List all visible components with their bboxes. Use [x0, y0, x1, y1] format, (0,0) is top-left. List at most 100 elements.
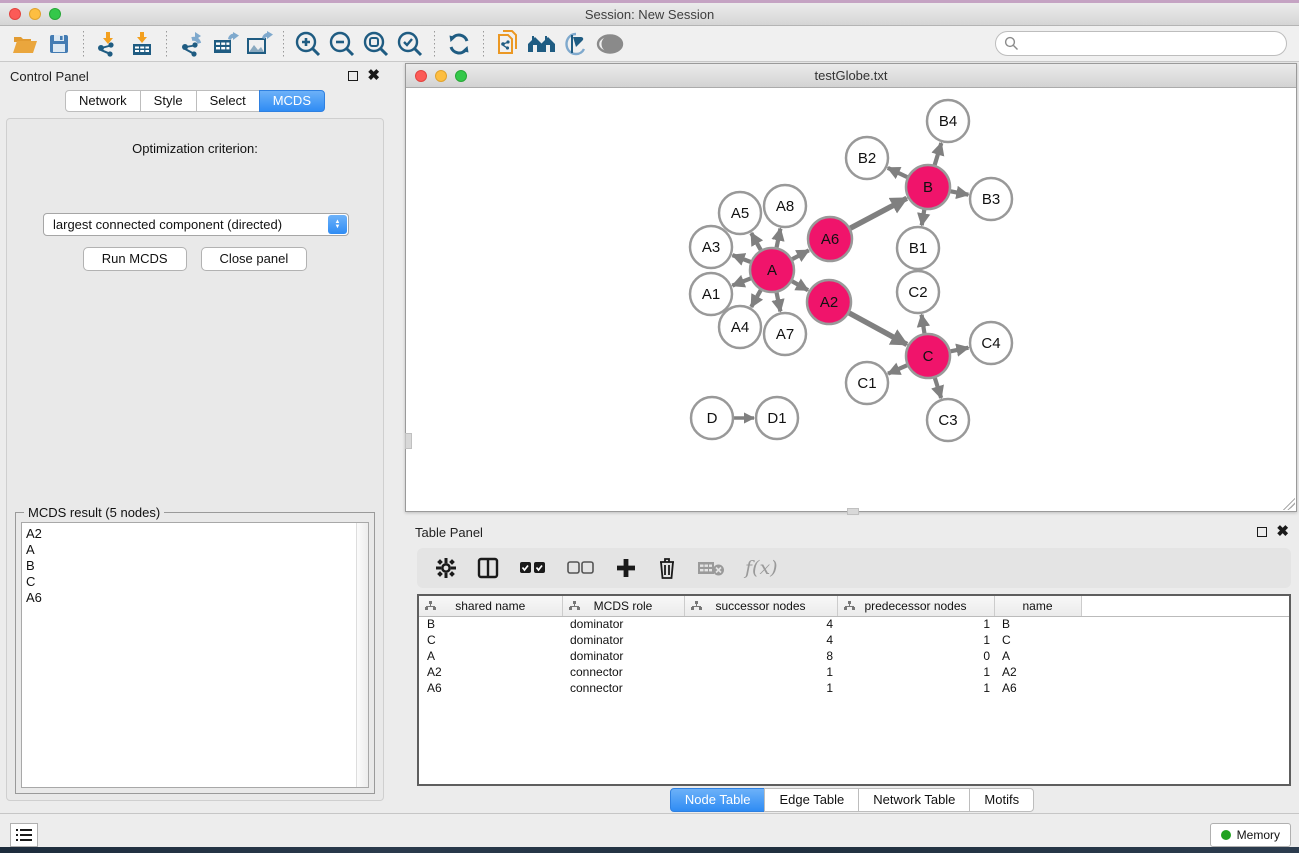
cell-predecessor-nodes[interactable]: 1: [837, 680, 994, 696]
graph-node-A4[interactable]: A4: [719, 306, 761, 348]
cell-predecessor-nodes[interactable]: 0: [837, 648, 994, 664]
zoom-out-icon[interactable]: [325, 29, 359, 59]
graph-node-B3[interactable]: B3: [970, 178, 1012, 220]
open-file-icon[interactable]: [8, 29, 42, 59]
edge-A-A7[interactable]: [777, 293, 781, 312]
cell-name[interactable]: C: [994, 632, 1081, 648]
close-panel-icon[interactable]: ✖: [1276, 527, 1289, 537]
network-graph[interactable]: AA1A2A3A4A5A6A7A8BB1B2B3B4CC1C2C3C4DD1: [406, 88, 1296, 511]
new-session-from-network-icon[interactable]: [491, 29, 525, 59]
table-options-icon[interactable]: [435, 557, 457, 579]
node-table[interactable]: shared nameMCDS rolesuccessor nodesprede…: [417, 594, 1291, 786]
cell-MCDS-role[interactable]: connector: [562, 664, 684, 680]
graph-node-A6[interactable]: A6: [808, 217, 852, 261]
graph-node-C[interactable]: C: [906, 334, 950, 378]
delete-column-icon[interactable]: [657, 556, 677, 580]
graph-node-A1[interactable]: A1: [690, 273, 732, 315]
mcds-result-item[interactable]: A6: [26, 590, 368, 606]
edge-A-A5[interactable]: [751, 233, 760, 250]
table-row[interactable]: Adominator80A: [419, 648, 1289, 664]
cell-MCDS-role[interactable]: dominator: [562, 648, 684, 664]
tab-mcds[interactable]: MCDS: [259, 90, 325, 112]
edge-B-B1[interactable]: [922, 210, 925, 226]
mcds-result-list[interactable]: A2ABCA6: [21, 522, 369, 788]
cell-shared-name[interactable]: A: [419, 648, 562, 664]
edge-C-C3[interactable]: [935, 378, 941, 398]
graph-node-A[interactable]: A: [750, 248, 794, 292]
graph-node-A3[interactable]: A3: [690, 226, 732, 268]
graph-node-C3[interactable]: C3: [927, 399, 969, 441]
edge-C-C2[interactable]: [922, 315, 925, 334]
edge-C-C4[interactable]: [951, 348, 969, 352]
mcds-result-item[interactable]: B: [26, 558, 368, 574]
network-window-titlebar[interactable]: testGlobe.txt: [406, 64, 1296, 88]
mcds-result-item[interactable]: A2: [26, 526, 368, 542]
table-row[interactable]: A2connector11A2: [419, 664, 1289, 680]
window-resize-grip-left[interactable]: [405, 433, 412, 449]
cell-name[interactable]: B: [994, 616, 1081, 632]
cell-predecessor-nodes[interactable]: 1: [837, 616, 994, 632]
window-resize-grip-bottom[interactable]: [847, 508, 859, 515]
edge-B-B2[interactable]: [888, 168, 907, 177]
edge-A-A3[interactable]: [733, 255, 751, 262]
cell-shared-name[interactable]: B: [419, 616, 562, 632]
cell-successor-nodes[interactable]: 4: [684, 632, 837, 648]
graph-node-C1[interactable]: C1: [846, 362, 888, 404]
column-header-name[interactable]: name: [994, 596, 1081, 616]
edge-A-A6[interactable]: [792, 250, 809, 259]
edge-A-A1[interactable]: [732, 278, 750, 285]
show-column-icon[interactable]: [477, 557, 499, 579]
mcds-result-item[interactable]: C: [26, 574, 368, 590]
cell-successor-nodes[interactable]: 8: [684, 648, 837, 664]
export-image-icon[interactable]: [242, 29, 276, 59]
cell-successor-nodes[interactable]: 1: [684, 680, 837, 696]
graph-node-B[interactable]: B: [906, 165, 950, 209]
edge-A6-B[interactable]: [850, 198, 906, 228]
edge-A-A2[interactable]: [792, 281, 808, 290]
graph-node-B4[interactable]: B4: [927, 100, 969, 142]
cell-MCDS-role[interactable]: dominator: [562, 632, 684, 648]
column-header-MCDS-role[interactable]: MCDS role: [562, 596, 684, 616]
graph-node-A7[interactable]: A7: [764, 313, 806, 355]
window-resize-grip-corner[interactable]: [1283, 498, 1295, 510]
cell-name[interactable]: A: [994, 648, 1081, 664]
deselect-all-icon[interactable]: [567, 561, 595, 575]
edge-C-C1[interactable]: [888, 365, 907, 373]
table-row[interactable]: Cdominator41C: [419, 632, 1289, 648]
edge-A-A8[interactable]: [777, 229, 781, 248]
delete-table-icon[interactable]: [697, 559, 725, 577]
graph-node-B1[interactable]: B1: [897, 227, 939, 269]
search-box[interactable]: [995, 31, 1287, 56]
refresh-icon[interactable]: [442, 29, 476, 59]
column-header-successor-nodes[interactable]: successor nodes: [684, 596, 837, 616]
tab-style[interactable]: Style: [140, 90, 197, 112]
import-table-icon[interactable]: [125, 29, 159, 59]
zoom-in-icon[interactable]: [291, 29, 325, 59]
zoom-fit-icon[interactable]: [359, 29, 393, 59]
cell-shared-name[interactable]: A2: [419, 664, 562, 680]
cell-predecessor-nodes[interactable]: 1: [837, 632, 994, 648]
tab-node-table[interactable]: Node Table: [670, 788, 766, 812]
edge-A2-C[interactable]: [849, 313, 907, 344]
graph-node-C4[interactable]: C4: [970, 322, 1012, 364]
graph-node-A2[interactable]: A2: [807, 280, 851, 324]
scrollbar-track[interactable]: [356, 523, 368, 787]
cell-MCDS-role[interactable]: dominator: [562, 616, 684, 632]
hide-selection-icon[interactable]: [559, 29, 593, 59]
table-row[interactable]: A6connector11A6: [419, 680, 1289, 696]
edge-B-B3[interactable]: [951, 191, 969, 194]
first-neighbors-icon[interactable]: [525, 29, 559, 59]
graph-node-D[interactable]: D: [691, 397, 733, 439]
task-history-icon[interactable]: [10, 823, 38, 847]
close-panel-icon[interactable]: ✖: [367, 71, 380, 81]
tab-edge-table[interactable]: Edge Table: [764, 788, 859, 812]
import-network-icon[interactable]: [91, 29, 125, 59]
export-network-icon[interactable]: [174, 29, 208, 59]
tab-network[interactable]: Network: [65, 90, 141, 112]
graph-node-D1[interactable]: D1: [756, 397, 798, 439]
float-panel-icon[interactable]: [348, 71, 358, 81]
memory-button[interactable]: Memory: [1210, 823, 1291, 847]
save-session-icon[interactable]: [42, 29, 76, 59]
export-table-icon[interactable]: [208, 29, 242, 59]
table-row[interactable]: Bdominator41B: [419, 616, 1289, 632]
